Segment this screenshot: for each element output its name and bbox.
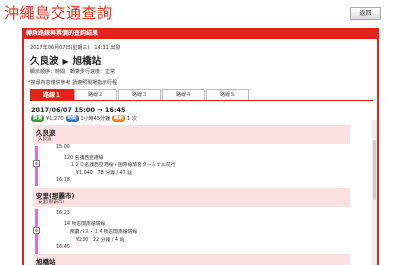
leg-arrive: 16:45 [56, 245, 70, 250]
search-datetime: 2017年06月07日(星期三) 14:31 出發 [30, 45, 121, 51]
destination-station: 旭橋站 [72, 56, 102, 67]
stop-row [33, 188, 350, 207]
results-panel: 轉乘路線與票價的查詢結果 2017年06月07日(星期三) 14:31 出發 久… [22, 28, 379, 265]
leg-depart: 16:23 [56, 211, 70, 216]
arrow-right-icon: → [97, 106, 103, 114]
fare-badge: 票價 [31, 115, 44, 122]
stop-sub: 久良波 [38, 137, 52, 142]
leg-detail: ¥230 22 分鐘 / 4 站 [76, 238, 125, 243]
search-options: 顯示順序：時間 轉乘步行速度：正常 [30, 69, 116, 75]
fare-value: ¥1,270 [46, 115, 64, 122]
route-summary: 久良波 ▶ 旭橋站 [30, 53, 101, 67]
origin-station: 久良波 [30, 56, 59, 67]
stop-row [33, 125, 350, 144]
arrow-icon: ▶ [62, 57, 69, 66]
panel-header: 轉乘路線與票價的查詢結果 [22, 28, 379, 39]
bus-icon [33, 227, 40, 234]
route-badges: 票價 ¥1,270 時間 1小時45分鐘 轉乘 1 次 [31, 115, 137, 122]
app-title: 沖繩島交通查詢 [4, 4, 113, 22]
route-arrive: 16:45 [104, 106, 126, 114]
route-date: 2017/06/07 [31, 106, 72, 114]
leg-depart: 15:00 [56, 145, 70, 150]
time-badge: 時間 [65, 115, 79, 122]
stop-row [33, 254, 350, 265]
stop-name: 旭橋站 [36, 258, 56, 265]
leg-detail: ¥1,040 78 分鐘 / 47 站 [76, 171, 132, 176]
disclaimer-note: *搜尋內容僅供參考 請遵照現場指示行程 [28, 80, 118, 86]
back-button[interactable]: 返回 [350, 7, 381, 20]
leg-line: 14 牧志開南循環線 [64, 222, 106, 227]
leg-line: 120 名護西空港線 [64, 156, 104, 161]
bus-icon [33, 160, 40, 167]
transfer-badge: 轉乘 [112, 115, 126, 122]
tab-divider [30, 100, 373, 101]
leg-operator: 那覇バス・１４牧志開南循環線 [70, 230, 138, 235]
duration-value: 1小時45分鐘 [80, 116, 111, 122]
leg-operator: １２０名護西空港線・国際線旅客ターミナル前行 [70, 163, 176, 168]
route-time-summary: 2017/06/07 15:00 → 16:45 [31, 106, 126, 114]
stop-sub: 安里(那霸市) [38, 200, 65, 205]
leg-arrive: 16:18 [56, 178, 70, 183]
scrollbar[interactable] [372, 120, 377, 265]
route-depart: 15:00 [74, 106, 95, 114]
transfer-count: 1 次 [127, 116, 137, 122]
